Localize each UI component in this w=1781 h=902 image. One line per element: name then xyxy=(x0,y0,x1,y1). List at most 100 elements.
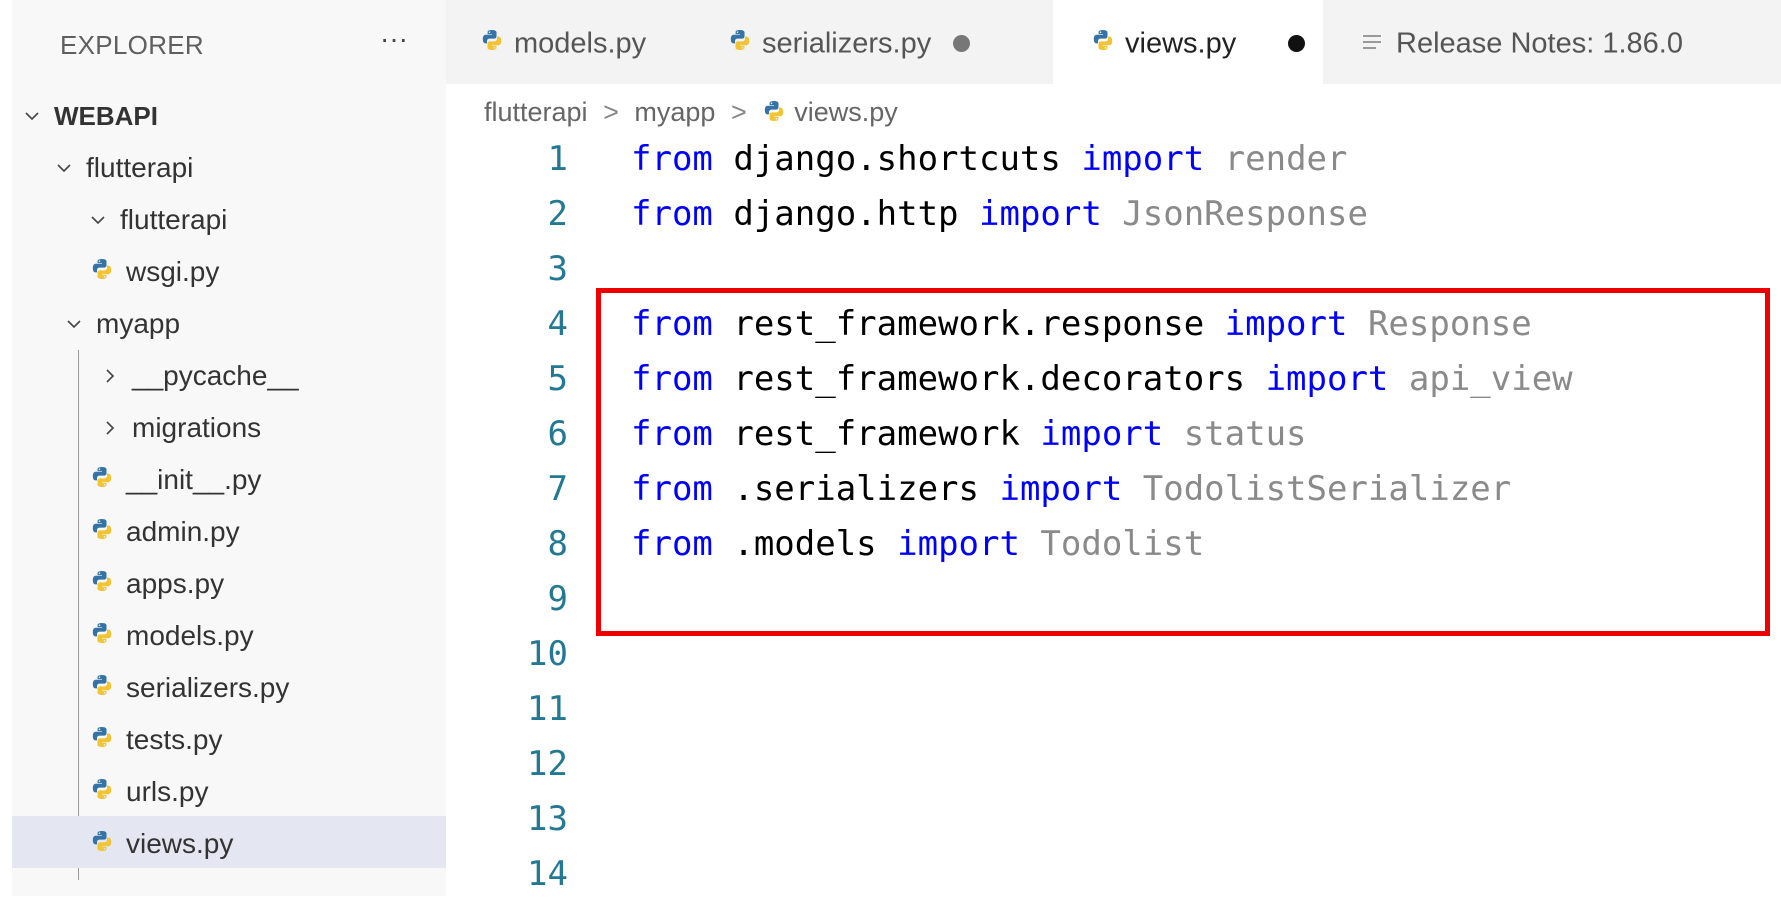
breadcrumb-separator: > xyxy=(603,97,619,127)
unsaved-dot-icon[interactable] xyxy=(1288,34,1306,52)
tab-views-py[interactable]: views.py xyxy=(1053,0,1323,84)
line-number: 1 xyxy=(547,139,568,179)
python-icon xyxy=(90,246,118,298)
tree-item-label: tests.py xyxy=(126,723,223,755)
python-icon xyxy=(90,818,118,870)
unsaved-dot-icon[interactable] xyxy=(953,34,971,52)
line-number: 14 xyxy=(527,854,568,894)
chevron-down-icon xyxy=(84,192,112,244)
tree-item-pycache[interactable]: __pycache__ xyxy=(12,348,446,400)
line-number: 10 xyxy=(527,634,568,674)
chevron-down-icon xyxy=(60,296,88,348)
python-icon xyxy=(1091,1,1115,85)
tree-item-label: migrations xyxy=(132,411,262,443)
breadcrumb: flutterapi > myapp > views.py xyxy=(484,90,898,134)
tree-item-wsgi-py[interactable]: wsgi.py xyxy=(12,244,446,296)
tree-item-label: urls.py xyxy=(126,775,209,807)
python-icon xyxy=(90,454,118,506)
line-number: 8 xyxy=(547,524,568,564)
keyword-token: from xyxy=(631,139,713,179)
tree-item-flutterapi[interactable]: flutterapi xyxy=(12,192,446,244)
tree-item-label: flutterapi xyxy=(120,203,228,235)
tree-item-label: wsgi.py xyxy=(126,255,220,287)
code-line[interactable]: 11 xyxy=(446,682,1781,737)
line-number: 12 xyxy=(527,744,568,784)
breadcrumb-item[interactable]: views.py xyxy=(794,97,898,127)
tab-label: views.py xyxy=(1125,27,1237,60)
python-icon xyxy=(90,506,118,558)
tree-item-label: flutterapi xyxy=(86,151,194,183)
tree-item-serializers-py[interactable]: serializers.py xyxy=(12,660,446,712)
tab-label: Release Notes: 1.86.0 xyxy=(1396,27,1683,60)
tree-item-label: __pycache__ xyxy=(132,359,299,391)
explorer-title: EXPLORER xyxy=(60,30,205,60)
tree-item-label: views.py xyxy=(126,827,234,859)
chevron-right-icon xyxy=(96,348,124,400)
breadcrumb-item[interactable]: flutterapi xyxy=(484,97,588,127)
tab-label: serializers.py xyxy=(762,27,932,60)
chevron-down-icon xyxy=(50,140,78,192)
tree-item-label: __init__.py xyxy=(126,463,262,495)
tree-item-label: WEBAPI xyxy=(54,101,158,132)
breadcrumb-item[interactable]: myapp xyxy=(634,97,715,127)
tree-item-models-py[interactable]: models.py xyxy=(12,608,446,660)
code-text: from django.http import JsonResponse xyxy=(631,187,1368,242)
line-number: 3 xyxy=(547,249,568,289)
tree-item-label: models.py xyxy=(126,619,254,651)
tree-item-migrations[interactable]: migrations xyxy=(12,400,446,452)
imported-name-token: render xyxy=(1204,139,1348,179)
tree-item-label: serializers.py xyxy=(126,671,290,703)
more-actions-icon[interactable]: ··· xyxy=(374,24,414,64)
line-number: 9 xyxy=(547,579,568,619)
line-number: 13 xyxy=(527,799,568,839)
module-token: django.http xyxy=(712,194,979,234)
breadcrumb-separator: > xyxy=(730,97,747,127)
code-line[interactable]: 2 from django.http import JsonResponse xyxy=(446,187,1781,242)
code-text: from django.shortcuts import render xyxy=(631,132,1347,187)
keyword-token: import xyxy=(1081,139,1205,179)
explorer-header: EXPLORER ··· xyxy=(12,0,446,88)
python-icon xyxy=(762,92,786,136)
line-number: 2 xyxy=(547,194,568,234)
python-icon xyxy=(728,1,752,85)
chevron-down-icon xyxy=(18,88,46,140)
tab-label: models.py xyxy=(514,27,647,60)
tree-item-views-py[interactable]: views.py xyxy=(12,816,446,868)
tree-item-admin-py[interactable]: admin.py xyxy=(12,504,446,556)
tree-item-label: apps.py xyxy=(126,567,225,599)
tree-item-flutterapi[interactable]: flutterapi xyxy=(12,140,446,192)
tab-release-notes[interactable]: Release Notes: 1.86.0 xyxy=(1326,0,1746,84)
line-number: 5 xyxy=(547,359,568,399)
python-icon xyxy=(480,1,504,85)
tab-models-py[interactable]: models.py xyxy=(446,0,676,84)
tree-item-apps-py[interactable]: apps.py xyxy=(12,556,446,608)
tree-item-init-py[interactable]: __init__.py xyxy=(12,452,446,504)
code-line[interactable]: 14 xyxy=(446,847,1781,902)
python-icon xyxy=(90,558,118,610)
code-line[interactable]: 13 xyxy=(446,792,1781,847)
code-line[interactable]: 1 from django.shortcuts import render xyxy=(446,132,1781,187)
tree-item-urls-py[interactable]: urls.py xyxy=(12,764,446,816)
python-icon xyxy=(90,610,118,662)
explorer-sidebar: EXPLORER ··· WEBAPI flutterapi flutterapi … xyxy=(12,0,446,896)
imported-name-token: JsonResponse xyxy=(1101,194,1368,234)
highlight-box xyxy=(596,288,1770,636)
chevron-right-icon xyxy=(96,400,124,452)
tab-serializers-py[interactable]: serializers.py xyxy=(728,0,1028,84)
line-number: 7 xyxy=(547,469,568,509)
keyword-token: from xyxy=(631,194,713,234)
module-token: django.shortcuts xyxy=(712,139,1082,179)
code-line[interactable]: 12 xyxy=(446,737,1781,792)
line-number: 6 xyxy=(547,414,568,454)
keyword-token: import xyxy=(979,194,1102,234)
tree-item-label: myapp xyxy=(96,307,181,339)
tree-item-myapp[interactable]: myapp xyxy=(12,296,446,348)
tree-item-tests-py[interactable]: tests.py xyxy=(12,712,446,764)
python-icon xyxy=(90,714,118,766)
lines-icon xyxy=(1362,1,1382,85)
line-number: 4 xyxy=(547,304,568,344)
python-icon xyxy=(90,662,118,714)
tree-item-webapi[interactable]: WEBAPI xyxy=(12,88,446,140)
line-number: 11 xyxy=(527,689,568,729)
tree-item-label: admin.py xyxy=(126,515,240,547)
